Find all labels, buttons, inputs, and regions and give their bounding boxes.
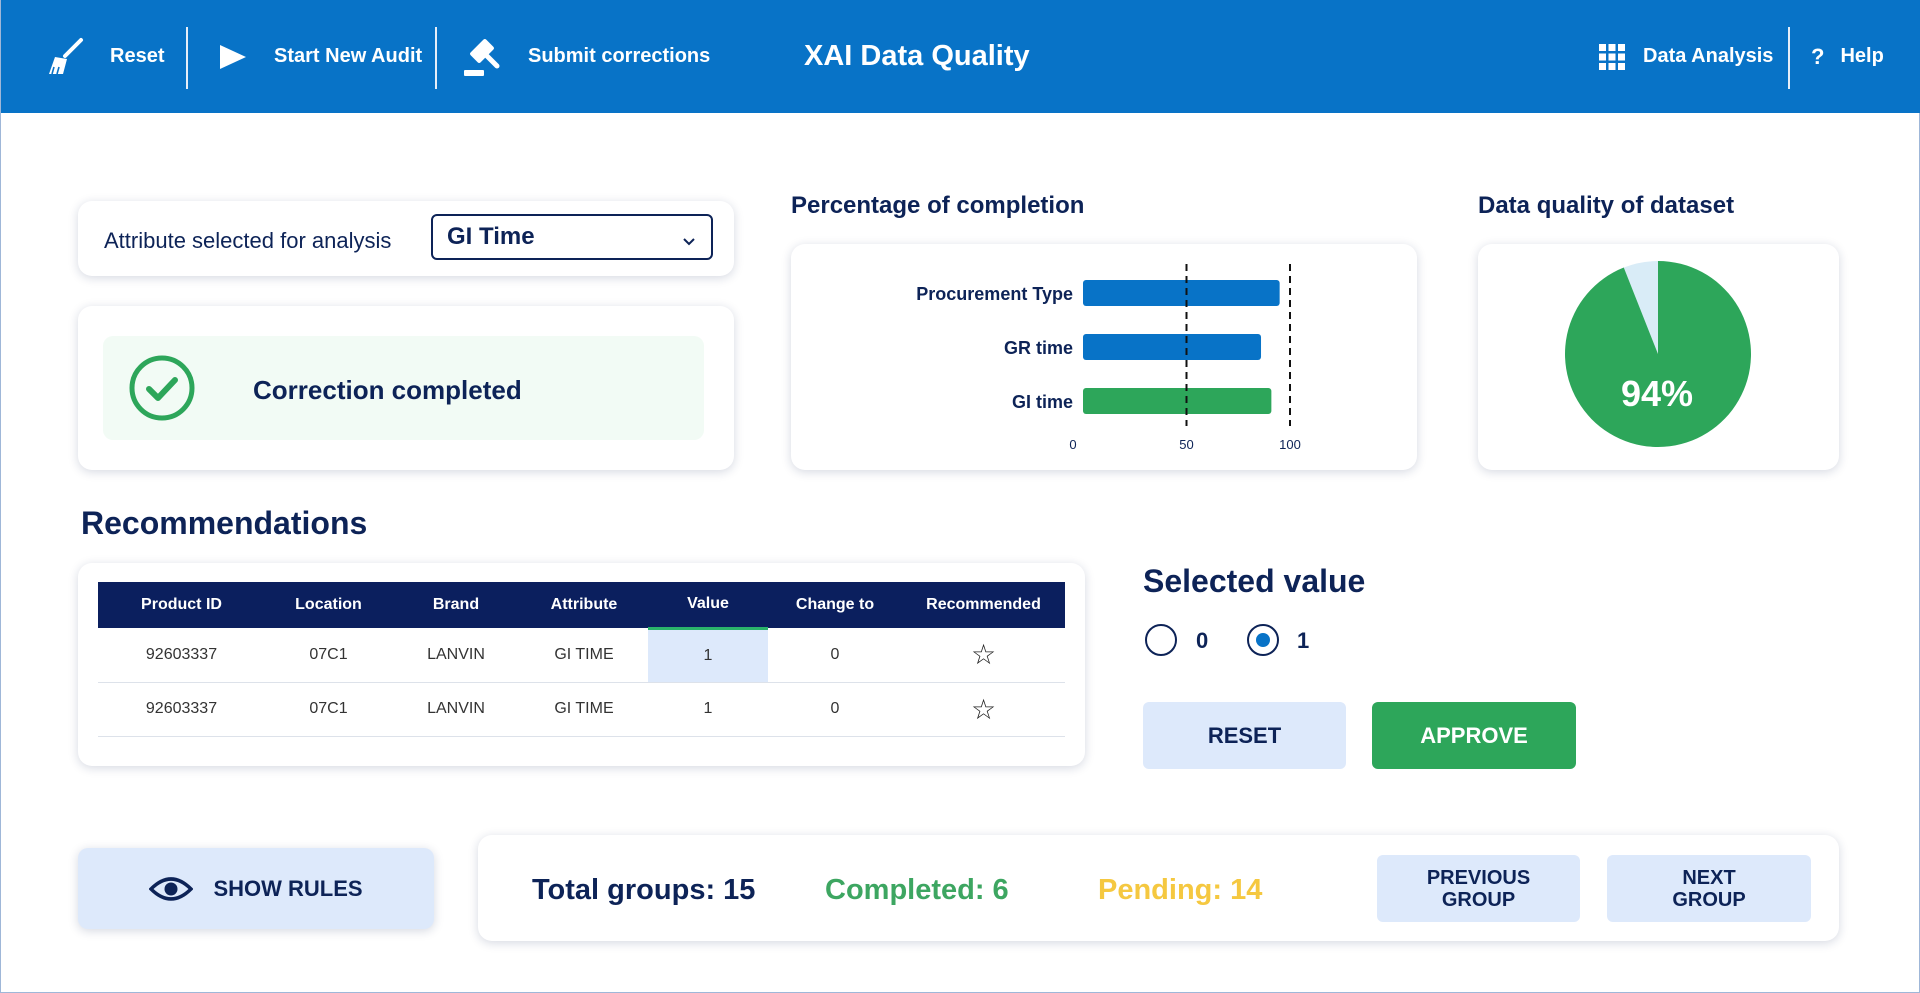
x-tick-label: 0 [1069, 437, 1077, 452]
grid-icon [1599, 43, 1625, 70]
toolbar-divider [186, 27, 188, 89]
broom-icon [47, 37, 85, 77]
value-cell[interactable]: 1 [648, 682, 768, 737]
product-id-cell: 92603337 [98, 682, 265, 737]
reset-button[interactable]: Reset [47, 0, 164, 113]
show-rules-button[interactable]: SHOW RULES [78, 848, 434, 929]
show-rules-label: SHOW RULES [213, 875, 363, 901]
column-header[interactable]: Product ID [98, 582, 265, 628]
table-row[interactable]: 92603337 07C1 LANVIN GI TIME 1 0 ☆ [98, 682, 1065, 737]
data-analysis-button[interactable]: Data Analysis [1599, 0, 1773, 113]
top-bar: Reset Start New Audit Submit corrections… [1, 0, 1920, 113]
toolbar-divider [1788, 27, 1790, 89]
submit-corrections-label: Submit corrections [528, 45, 711, 67]
approve-button[interactable]: APPROVE [1372, 702, 1576, 769]
radio-label-1: 1 [1297, 628, 1310, 653]
quality-chart-card [1478, 244, 1839, 470]
radio-option-1[interactable] [1247, 624, 1279, 656]
bar-category-label: GI time [1011, 392, 1073, 412]
attribute-cell: GI TIME [520, 628, 648, 683]
column-header[interactable]: Attribute [520, 582, 648, 628]
selected-value-title: Selected value [1143, 563, 1366, 599]
change-to-cell: 0 [768, 682, 902, 737]
previous-label-line2: GROUP [1441, 888, 1516, 911]
recommendations-title: Recommendations [81, 505, 368, 541]
reset-label: Reset [110, 45, 165, 67]
attribute-select-card: Attribute selected for analysis GI Time [78, 201, 734, 276]
quality-pie-label: 94% [1621, 373, 1694, 414]
table-header-row: Product ID Location Brand Attribute Valu… [98, 582, 1065, 630]
play-icon [218, 44, 248, 70]
column-header[interactable]: Change to [768, 582, 902, 628]
radio-option-0[interactable] [1145, 624, 1177, 656]
chevron-down-icon [681, 229, 697, 257]
gavel-icon [462, 37, 500, 77]
bar-gr-time [1083, 334, 1262, 360]
bar-procurement-type [1083, 280, 1280, 306]
help-button[interactable]: ? Help [1811, 0, 1884, 113]
next-group-button[interactable]: NEXT GROUP [1607, 855, 1811, 922]
brand-cell: LANVIN [392, 628, 520, 683]
total-groups: Total groups: 15 [532, 874, 756, 906]
completion-chart-title: Percentage of completion [791, 192, 1085, 219]
bar-gi-time [1083, 388, 1272, 414]
recommendations-table: Product ID Location Brand Attribute Valu… [98, 582, 1065, 737]
x-tick-label: 100 [1279, 437, 1301, 452]
completion-chart-card: Procurement Type GR time GI time 0 50 100 [791, 244, 1417, 470]
attribute-select-label: Attribute selected for analysis [104, 228, 392, 253]
bar-category-label: GR time [1003, 338, 1073, 358]
column-header[interactable]: Brand [392, 582, 520, 628]
radio-label-0: 0 [1196, 628, 1209, 653]
value-cell[interactable]: 1 [648, 628, 768, 683]
submit-corrections-button[interactable]: Submit corrections [462, 0, 710, 113]
x-tick-label: 50 [1179, 437, 1194, 452]
check-circle-icon [129, 355, 195, 426]
change-to-cell: 0 [768, 628, 902, 683]
status-banner: Correction completed [103, 336, 704, 440]
column-header[interactable]: Location [265, 582, 392, 628]
table-row[interactable]: 92603337 07C1 LANVIN GI TIME 1 0 ☆ [98, 628, 1065, 683]
status-card: Correction completed [78, 306, 734, 470]
app-title: XAI Data Quality [804, 40, 1030, 72]
question-icon: ? [1811, 43, 1825, 69]
pie-slice-good [1565, 261, 1751, 447]
toolbar-divider [435, 27, 437, 89]
previous-label-line1: PREVIOUS [1426, 866, 1531, 889]
bar-category-label: Procurement Type [916, 284, 1073, 304]
reset-selection-button[interactable]: RESET [1143, 702, 1346, 769]
location-cell: 07C1 [265, 682, 392, 737]
attribute-dropdown[interactable]: GI Time [431, 214, 713, 260]
data-analysis-label: Data Analysis [1643, 45, 1774, 67]
eye-icon [149, 874, 194, 904]
quality-pie-chart [1565, 261, 1751, 447]
product-id-cell: 92603337 [98, 628, 265, 683]
quality-chart-title: Data quality of dataset [1478, 192, 1735, 219]
start-new-audit-button[interactable]: Start New Audit [218, 0, 422, 113]
next-label-line1: NEXT [1682, 866, 1736, 889]
location-cell: 07C1 [265, 628, 392, 683]
column-header[interactable]: Value [648, 582, 768, 630]
attribute-cell: GI TIME [520, 682, 648, 737]
star-icon[interactable]: ☆ [902, 682, 1065, 737]
previous-group-button[interactable]: PREVIOUS GROUP [1377, 855, 1580, 922]
status-text: Correction completed [253, 375, 522, 405]
help-label: Help [1840, 45, 1884, 67]
pending-count: Pending: 14 [1098, 874, 1263, 906]
completed-count: Completed: 6 [825, 874, 1009, 906]
attribute-dropdown-value: GI Time [447, 223, 535, 250]
brand-cell: LANVIN [392, 682, 520, 737]
column-header[interactable]: Recommended [902, 582, 1065, 628]
next-label-line2: GROUP [1672, 888, 1746, 911]
start-new-audit-label: Start New Audit [274, 45, 423, 67]
star-icon[interactable]: ☆ [902, 628, 1065, 683]
